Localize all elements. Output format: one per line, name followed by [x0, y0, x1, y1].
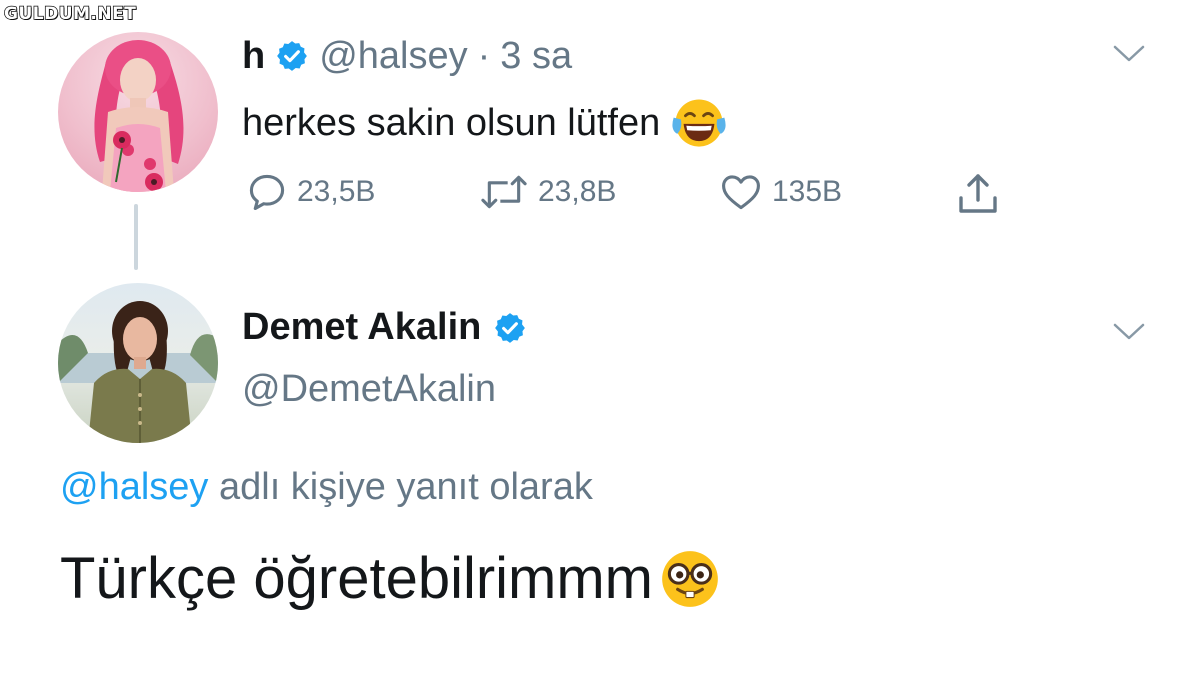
watermark: GULDUM.NET [3, 3, 137, 25]
halsey-avatar[interactable] [58, 32, 218, 192]
tweet-text-content: herkes sakin olsun lütfen [242, 101, 661, 144]
chevron-down-icon[interactable] [1112, 322, 1146, 342]
thread-connector [134, 204, 138, 270]
reply-mention-link[interactable]: @halsey [60, 466, 208, 508]
tweet-text: herkes sakin olsun lütfen [242, 94, 728, 152]
reply-tweet-text: Türkçe öğretebilrimmm [60, 545, 723, 612]
reply-count: 23,5B [297, 175, 376, 208]
share-button[interactable] [954, 170, 1002, 218]
chevron-down-icon[interactable] [1112, 44, 1146, 64]
reply-suffix: adlı kişiye yanıt olarak [218, 466, 593, 508]
handle[interactable]: @DemetAkalin [242, 368, 496, 411]
tweet-header: h @halsey · 3 sa [242, 30, 572, 82]
demet-akalin-avatar[interactable] [58, 283, 218, 443]
reply-button[interactable]: 23,5B [245, 170, 375, 214]
display-name[interactable]: h [242, 35, 265, 78]
reply-tweet-text-content: Türkçe öğretebilrimmm [60, 546, 653, 611]
demet-akalin-avatar-image [58, 301, 218, 443]
retweet-icon [481, 175, 527, 209]
like-count: 135B [772, 175, 843, 208]
face-with-tears-of-joy-icon [672, 99, 726, 147]
replying-to: @halsey adlı kişiye yanıt olarak [60, 466, 593, 509]
reply-tweet-header: Demet Akalin [242, 306, 527, 349]
like-icon [722, 175, 760, 210]
tweet-thread: GULDUM.NET h @halsey · 3 sa herkes sakin… [0, 0, 1200, 684]
verified-badge-icon [277, 41, 308, 71]
halsey-avatar-image [94, 40, 184, 192]
display-name[interactable]: Demet Akalin [242, 306, 481, 349]
like-button[interactable]: 135B [718, 170, 842, 214]
retweet-count: 23,8B [538, 175, 617, 208]
nerd-face-icon [662, 550, 718, 607]
reply-icon [249, 174, 285, 211]
tweet-time[interactable]: 3 sa [500, 35, 572, 78]
handle[interactable]: @halsey [319, 35, 467, 78]
separator-dot: · [477, 34, 491, 77]
share-icon [959, 174, 997, 213]
verified-badge-icon [495, 312, 526, 343]
retweet-button[interactable]: 23,8B [478, 170, 616, 214]
